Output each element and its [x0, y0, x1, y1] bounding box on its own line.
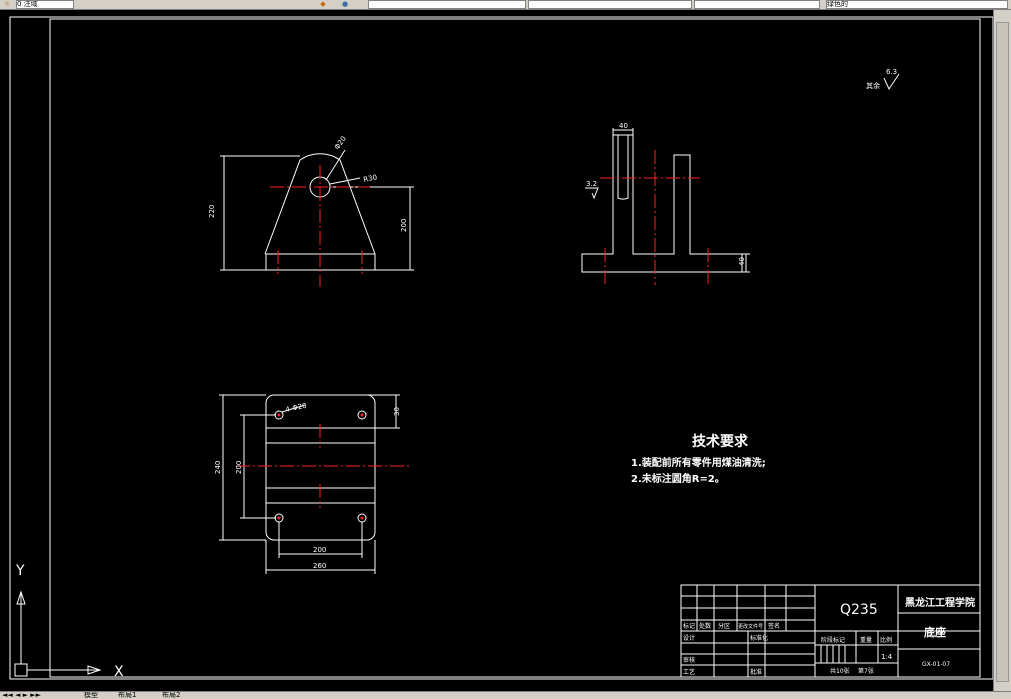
- dim-top-width: 260: [313, 562, 326, 570]
- sheet-number: 第7张: [858, 667, 874, 675]
- front-view-centerlines: [270, 165, 370, 287]
- scrollbar-thumb[interactable]: [996, 22, 1009, 682]
- weight-label: 重量: [860, 636, 872, 644]
- tech-title: 技术要求: [692, 433, 749, 450]
- toolbar: ☼ 0 注域 ◆ ● 绿色的: [0, 0, 1011, 10]
- sun-icon[interactable]: ☼: [2, 0, 12, 8]
- drawing-number: GX-01-07: [922, 661, 950, 668]
- linetype-dropdown[interactable]: [528, 0, 692, 9]
- row-label-change-doc: 更改文件号: [738, 623, 763, 630]
- top-view-centerlines: [236, 424, 410, 508]
- dim-top-hole-spacing: 200: [235, 461, 243, 474]
- dim-top-edge: 30: [393, 407, 401, 416]
- approve-label: 批准: [750, 668, 762, 676]
- dim-side-width: 40: [619, 122, 628, 130]
- side-view: [581, 128, 750, 273]
- dim-side-base: 40: [738, 257, 746, 266]
- scale-value: 1:4: [881, 653, 893, 661]
- dim-top-holes: 4-Φ20: [285, 402, 308, 414]
- drawing-canvas[interactable]: 220 200 Φ20 R30 40 40 3.2 4-Φ20 30 240 2…: [0, 10, 993, 691]
- hole-center: [277, 413, 281, 417]
- dim-front-hole: Φ20: [333, 135, 348, 151]
- roughness-value: 6.3: [886, 68, 897, 76]
- dim-top-depth: 240: [214, 461, 222, 474]
- lineweight-dropdown[interactable]: [694, 0, 820, 9]
- front-view: [220, 149, 414, 271]
- row-label-zone: 分区: [718, 622, 730, 630]
- total-sheets: 共10张: [830, 667, 850, 675]
- standard-label: 标准化: [750, 634, 768, 642]
- layer-dropdown[interactable]: 0 注域: [16, 0, 74, 9]
- dim-front-center: 200: [400, 219, 408, 232]
- sheet-frame: [9, 16, 993, 680]
- dim-side-roughness: 3.2: [586, 180, 597, 188]
- roughness-symbol: 其余 6.3: [866, 68, 900, 91]
- ucs-x-label: X: [114, 664, 124, 680]
- part-name: 底座: [924, 625, 946, 639]
- process-label: 工艺: [683, 668, 695, 676]
- top-view: [219, 394, 400, 574]
- layer-tool-icon[interactable]: ◆: [318, 0, 328, 8]
- vertical-scrollbar[interactable]: [993, 10, 1011, 692]
- tech-item-2: 2.未标注圆角R=2。: [631, 472, 725, 485]
- tech-requirements: 技术要求 1.装配前所有零件用煤油清洗; 2.未标注圆角R=2。: [631, 433, 766, 485]
- side-view-centerlines: [600, 150, 709, 285]
- tech-item-1: 1.装配前所有零件用煤油清洗;: [631, 456, 766, 469]
- hole-center: [360, 413, 364, 417]
- row-label-signature: 签名: [768, 622, 780, 630]
- designer-label: 设计: [683, 634, 695, 642]
- dim-front-height: 220: [208, 205, 216, 218]
- dim-top-hole-width: 200: [313, 546, 326, 554]
- scale-label: 比例: [880, 636, 892, 644]
- ucs-y-label: Y: [15, 563, 25, 579]
- roughness-label: 其余: [866, 81, 880, 90]
- row-label-mark: 标记: [683, 622, 695, 630]
- row-label-count: 处数: [699, 622, 711, 630]
- layer-state-icon[interactable]: ●: [340, 0, 350, 8]
- stage-label: 阶段标记: [821, 636, 845, 644]
- color-dropdown[interactable]: [368, 0, 526, 9]
- hole-center: [277, 516, 281, 520]
- dim-front-radius: R30: [363, 173, 378, 184]
- school-name: 黑龙江工程学院: [905, 596, 975, 609]
- ucs-icon: [14, 590, 102, 677]
- plotstyle-dropdown[interactable]: 绿色的: [826, 0, 1008, 9]
- review-label: 审核: [683, 656, 695, 664]
- hole-center: [360, 516, 364, 520]
- material: Q235: [840, 602, 878, 618]
